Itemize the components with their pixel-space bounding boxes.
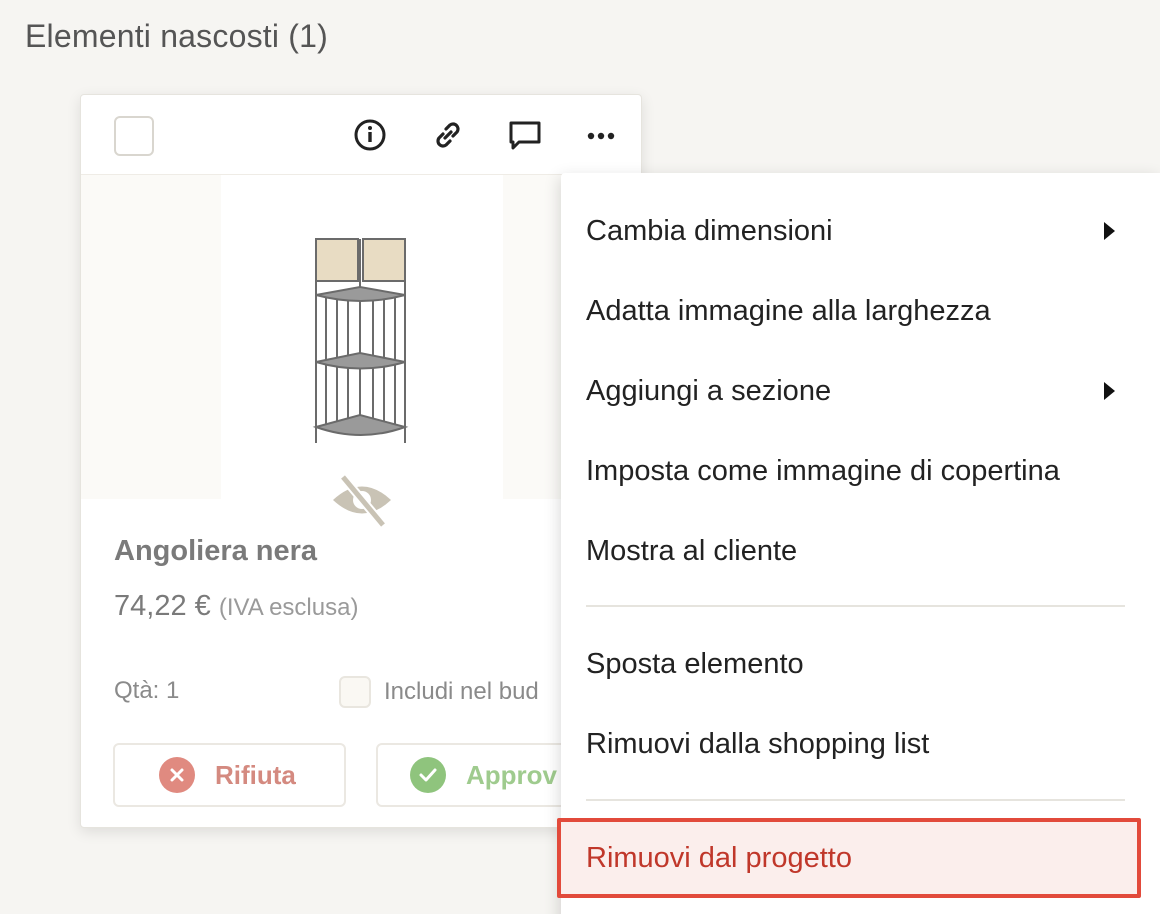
menu-item-label: Imposta come immagine di copertina (586, 454, 1060, 487)
include-budget-checkbox[interactable] (339, 676, 371, 708)
menu-item-label: Mostra al cliente (586, 534, 798, 567)
submenu-arrow-icon (1104, 382, 1115, 400)
reject-button[interactable]: Rifiuta (113, 743, 346, 807)
menu-item-move[interactable]: Sposta elemento (561, 624, 1160, 704)
menu-item-change-size[interactable]: Cambia dimensioni (561, 191, 1160, 271)
select-checkbox[interactable] (114, 116, 154, 156)
product-price: 74,22 € (IVA esclusa) (114, 590, 358, 623)
product-image-area[interactable] (81, 175, 641, 499)
product-name: Angoliera nera (114, 535, 318, 567)
menu-item-add-to-section[interactable]: Aggiungi a sezione (561, 351, 1160, 431)
approve-label: Approv (466, 759, 557, 790)
reject-x-icon (159, 757, 195, 793)
info-icon[interactable] (350, 115, 390, 155)
more-icon[interactable] (581, 115, 621, 155)
menu-divider (586, 799, 1125, 801)
reject-label: Rifiuta (215, 759, 296, 790)
menu-item-show-client[interactable]: Mostra al cliente (561, 511, 1160, 591)
submenu-arrow-icon (1104, 222, 1115, 240)
menu-item-label: Cambia dimensioni (586, 214, 833, 247)
menu-item-label: Rimuovi dal progetto (586, 841, 852, 874)
menu-item-label: Rimuovi dalla shopping list (586, 727, 930, 760)
card-toolbar (81, 95, 641, 175)
corner-shelf-image (312, 238, 409, 443)
quantity-label: Qtà: 1 (114, 677, 180, 704)
product-card: Angoliera nera 74,22 € (IVA esclusa) Qtà… (80, 94, 642, 828)
menu-item-label: Sposta elemento (586, 647, 804, 680)
vat-note: (IVA esclusa) (218, 594, 359, 621)
menu-divider (586, 605, 1125, 607)
price-value: 74,22 € (114, 590, 211, 622)
menu-item-label: Adatta immagine alla larghezza (586, 294, 991, 327)
menu-item-remove-from-project[interactable]: Rimuovi dal progetto (561, 818, 1160, 898)
section-title: Elementi nascosti (1) (25, 18, 328, 54)
include-budget-label: Includi nel bud (384, 678, 539, 705)
menu-item-fit-width[interactable]: Adatta immagine alla larghezza (561, 271, 1160, 351)
menu-item-label: Aggiungi a sezione (586, 374, 832, 407)
link-icon[interactable] (428, 115, 468, 155)
comment-icon[interactable] (505, 115, 545, 155)
approve-check-icon (410, 757, 446, 793)
hidden-eye-icon (329, 471, 395, 534)
menu-item-remove-shopping-list[interactable]: Rimuovi dalla shopping list (561, 704, 1160, 784)
product-image (221, 175, 503, 499)
context-menu: Cambia dimensioni Adatta immagine alla l… (557, 173, 1160, 914)
menu-item-set-cover[interactable]: Imposta come immagine di copertina (561, 431, 1160, 511)
